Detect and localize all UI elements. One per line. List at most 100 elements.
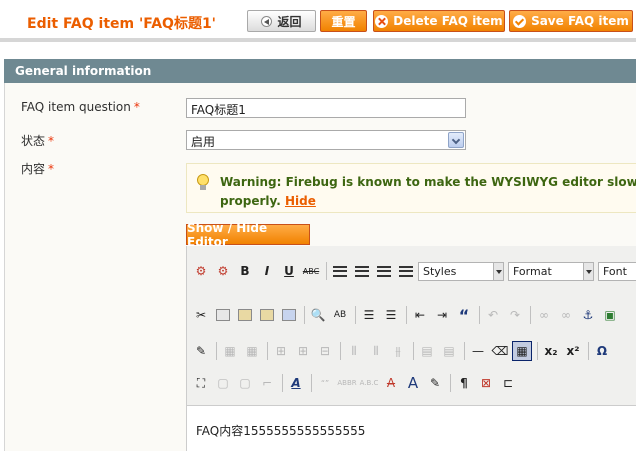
page-break-icon[interactable]: ⊏	[498, 373, 518, 393]
acronym-icon[interactable]: A.B.C	[359, 373, 379, 393]
reset-button-label: 重置	[331, 14, 356, 29]
deletion-icon[interactable]: A	[381, 373, 401, 393]
toolbar-separator	[406, 306, 407, 324]
reset-button[interactable]: 重置	[320, 10, 367, 32]
citation-icon[interactable]: “”	[315, 373, 335, 393]
replace-icon[interactable]: AB	[330, 305, 350, 325]
strikethrough-button[interactable]: ABC	[301, 261, 321, 281]
visual-chars-icon[interactable]: ¶	[454, 373, 474, 393]
layer-absolute-icon[interactable]: ⌐	[257, 373, 277, 393]
toolbar-row-2: ✂ 🔍 AB ☰ ☰ ⇤ ⇥ “ ↶ ↷ ∞ ∞ ⚓ ▣	[191, 303, 622, 327]
paste-word-icon[interactable]	[279, 305, 299, 325]
table-icon[interactable]: ▦	[512, 341, 532, 361]
bold-button[interactable]: B	[235, 261, 255, 281]
align-right-icon[interactable]	[374, 261, 394, 281]
superscript-icon[interactable]: x²	[563, 341, 583, 361]
status-label-text: 状态	[21, 134, 46, 148]
insert-widget-icon[interactable]: ⚙	[191, 261, 211, 281]
styles-dropdown-label: Styles	[423, 264, 457, 278]
blockquote-icon[interactable]: “	[454, 305, 474, 325]
unlink-icon[interactable]: ∞	[556, 305, 576, 325]
merge-cells-icon[interactable]: ▤	[439, 341, 459, 361]
cell-props-icon[interactable]: ▦	[242, 341, 262, 361]
fullscreen-icon[interactable]: ⛶	[191, 373, 211, 393]
layer-insert-icon[interactable]: ▢	[213, 373, 233, 393]
content-label-text: 内容	[21, 162, 46, 176]
delete-icon	[375, 14, 389, 28]
numbered-list-icon[interactable]: ☰	[381, 305, 401, 325]
format-dropdown[interactable]: Format	[508, 261, 594, 281]
horizontal-rule-icon[interactable]: —	[468, 341, 488, 361]
col-after-icon[interactable]: ⫴	[366, 341, 386, 361]
toolbar-separator	[530, 306, 531, 324]
hide-warning-link[interactable]: Hide	[285, 194, 316, 208]
cut-icon[interactable]: ✂	[191, 305, 211, 325]
nonbreaking-icon[interactable]: ⊠	[476, 373, 496, 393]
split-cells-icon[interactable]: ▤	[417, 341, 437, 361]
align-center-icon[interactable]	[352, 261, 372, 281]
insert-image-icon[interactable]: ⚙	[213, 261, 233, 281]
italic-button[interactable]: I	[257, 261, 277, 281]
styles-dropdown[interactable]: Styles	[418, 261, 504, 281]
row-after-icon[interactable]: ⊞	[293, 341, 313, 361]
panel-header: General information	[4, 59, 636, 83]
editor-content[interactable]: FAQ内容1555555555555555	[196, 422, 365, 439]
table-props-icon[interactable]: ▦	[220, 341, 240, 361]
delete-row-icon[interactable]: ⊟	[315, 341, 335, 361]
question-input[interactable]: FAQ标题1	[186, 98, 466, 118]
header-divider	[0, 38, 636, 42]
align-justify-icon[interactable]	[396, 261, 416, 281]
attributes-icon[interactable]: ✎	[425, 373, 445, 393]
anchor-icon[interactable]: ⚓	[578, 305, 598, 325]
special-char-icon[interactable]: Ω	[592, 341, 612, 361]
save-button[interactable]: Save FAQ item	[509, 10, 633, 32]
eraser-icon[interactable]: ⌫	[490, 341, 510, 361]
page-title: Edit FAQ item 'FAQ标题1'	[27, 16, 216, 32]
insertion-icon[interactable]: A	[403, 373, 423, 393]
warning-line-2-text: properly.	[220, 194, 281, 208]
status-label: 状态 *	[21, 132, 54, 149]
toolbar-row-4: ⛶ ▢ ▢ ⌐ A “” ABBR A.B.C A A ✎ ¶ ⊠ ⊏	[191, 371, 520, 395]
bullet-list-icon[interactable]: ☰	[359, 305, 379, 325]
redo-icon[interactable]: ↷	[505, 305, 525, 325]
find-icon[interactable]: 🔍	[308, 305, 328, 325]
col-before-icon[interactable]: ⫴	[344, 341, 364, 361]
subscript-icon[interactable]: x₂	[541, 341, 561, 361]
toolbar-separator	[304, 306, 305, 324]
warning-line-1: Warning: Firebug is known to make the WY…	[220, 175, 636, 189]
indent-icon[interactable]: ⇥	[432, 305, 452, 325]
image-icon[interactable]: ▣	[600, 305, 620, 325]
align-left-icon[interactable]	[330, 261, 350, 281]
dropdown-arrow-icon	[583, 262, 593, 280]
format-dropdown-label: Format	[513, 264, 552, 278]
delete-button[interactable]: Delete FAQ item	[373, 10, 505, 32]
edit-icon[interactable]: ✎	[191, 341, 211, 361]
chevron-down-icon	[448, 132, 464, 148]
layer-move-icon[interactable]: ▢	[235, 373, 255, 393]
toolbar-separator	[326, 262, 327, 280]
row-before-icon[interactable]: ⊞	[271, 341, 291, 361]
style-props-icon[interactable]: A	[286, 373, 306, 393]
toolbar-separator	[464, 342, 465, 360]
delete-col-icon[interactable]: ⫵	[388, 341, 408, 361]
font-dropdown-label: Font	[603, 264, 627, 278]
back-button[interactable]: 返回	[247, 10, 316, 32]
status-select[interactable]: 启用	[186, 130, 466, 150]
warning-line-2: properly. Hide	[220, 192, 636, 211]
font-dropdown[interactable]: Font	[598, 261, 636, 281]
outdent-icon[interactable]: ⇤	[410, 305, 430, 325]
copy-icon[interactable]	[213, 305, 233, 325]
undo-icon[interactable]: ↶	[483, 305, 503, 325]
editor-toolbar: ⚙ ⚙ B I U ABC Styles Format Font ✂ 🔍 AB	[187, 246, 636, 406]
required-mark: *	[133, 100, 140, 114]
paste-icon[interactable]	[235, 305, 255, 325]
link-icon[interactable]: ∞	[534, 305, 554, 325]
toolbar-separator	[282, 374, 283, 392]
abbreviation-icon[interactable]: ABBR	[337, 373, 357, 393]
toolbar-separator	[479, 306, 480, 324]
toggle-editor-button[interactable]: Show / Hide Editor	[186, 221, 310, 249]
paste-text-icon[interactable]	[257, 305, 277, 325]
underline-button[interactable]: U	[279, 261, 299, 281]
toolbar-row-3: ✎ ▦ ▦ ⊞ ⊞ ⊟ ⫴ ⫴ ⫵ ▤ ▤ — ⌫ ▦ x₂ x² Ω	[191, 339, 614, 363]
toolbar-separator	[588, 342, 589, 360]
